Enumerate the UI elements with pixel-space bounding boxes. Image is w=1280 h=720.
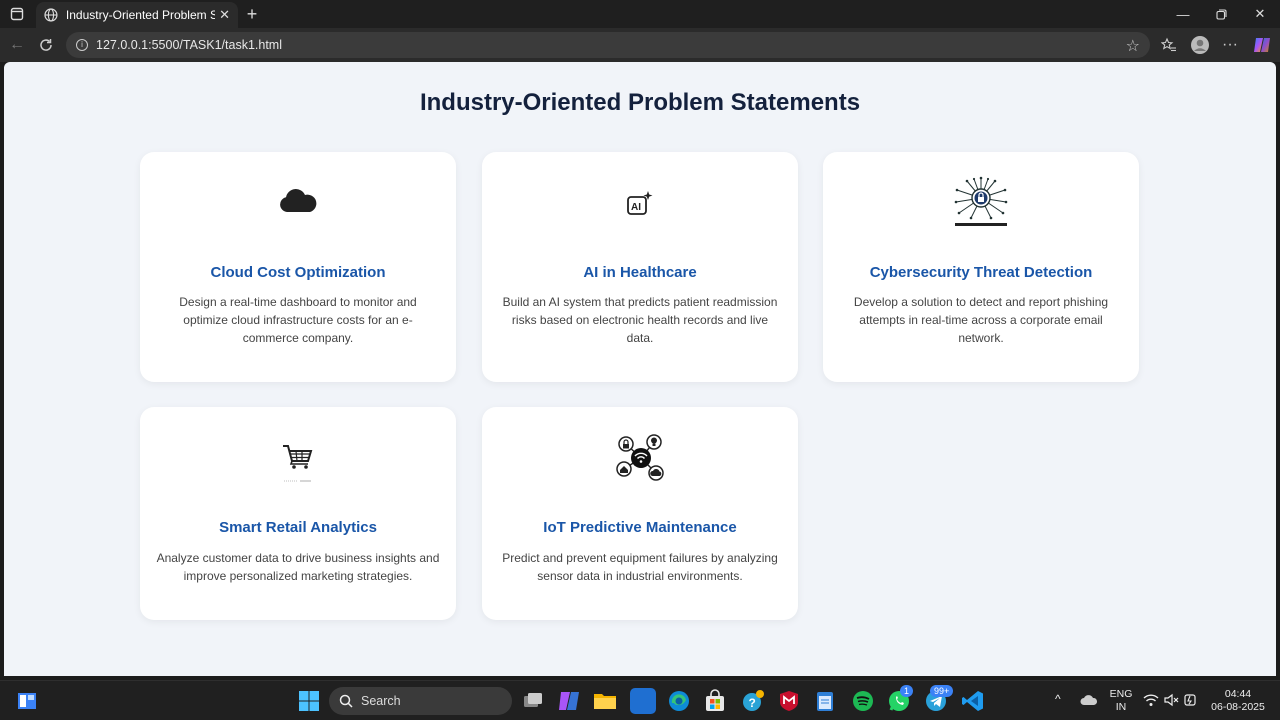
mcafee-icon[interactable] (776, 688, 802, 714)
mahjong-app-icon[interactable] (630, 688, 656, 714)
search-icon (339, 694, 353, 708)
language-line2: IN (1115, 701, 1127, 713)
get-help-icon[interactable]: ? (740, 688, 766, 714)
svg-text:?: ? (749, 696, 756, 710)
battery-icon[interactable] (1183, 693, 1199, 711)
url-text: 127.0.0.1:5500/TASK1/task1.html (96, 38, 282, 52)
taskbar-search-box[interactable]: Search (329, 687, 512, 715)
copilot-icon[interactable] (1251, 34, 1273, 56)
search-label: Search (361, 694, 401, 708)
language-line1: ENG (1109, 688, 1133, 700)
card-title: AI in Healthcare (583, 264, 697, 281)
more-menu-icon[interactable]: ··· (1219, 34, 1241, 56)
iot-network-icon (482, 431, 798, 485)
address-bar[interactable]: i 127.0.0.1:5500/TASK1/task1.html ☆ (66, 32, 1150, 58)
cloud-icon (140, 188, 456, 214)
minimize-icon[interactable]: — (1164, 0, 1202, 28)
spotify-icon[interactable] (850, 688, 876, 714)
site-info-icon[interactable]: i (76, 39, 88, 51)
browser-toolbar: ← i 127.0.0.1:5500/TASK1/task1.html ☆ ··… (0, 28, 1280, 62)
browser-tab-strip: Industry-Oriented Problem Staten ✕ + — ✕ (0, 0, 1280, 28)
back-icon[interactable]: ← (6, 34, 28, 56)
card-description: Predict and prevent equipment failures b… (502, 551, 778, 583)
volume-muted-icon[interactable] (1163, 693, 1179, 711)
notepad-icon[interactable] (812, 688, 838, 714)
tab-title: Industry-Oriented Problem Staten (65, 8, 216, 22)
microsoft-store-icon[interactable] (702, 688, 728, 714)
globe-icon (44, 8, 58, 22)
favorites-icon[interactable] (1158, 34, 1180, 56)
clock-date: 06-08-2025 (1211, 701, 1265, 713)
card-title: IoT Predictive Maintenance (543, 519, 737, 536)
file-explorer-icon[interactable] (592, 688, 618, 714)
new-tab-icon[interactable]: + (242, 4, 262, 24)
shopping-cart-icon (140, 443, 456, 483)
restore-icon[interactable] (1202, 0, 1240, 28)
card-description: Design a real-time dashboard to monitor … (179, 295, 417, 345)
problem-card-ai-healthcare: AI AI in Healthcare Build an AI system t… (482, 152, 798, 382)
whatsapp-badge: 1 (900, 685, 914, 697)
favorite-star-icon[interactable]: ☆ (1126, 36, 1140, 56)
telegram-badge: 99+ (930, 685, 954, 697)
start-windows-icon[interactable] (296, 688, 322, 714)
task-view-icon[interactable] (520, 688, 546, 714)
problem-card-retail: Smart Retail Analytics Analyze customer … (140, 407, 456, 620)
clock[interactable]: 04:44 06-08-2025 (1208, 688, 1268, 714)
browser-tab-active[interactable]: Industry-Oriented Problem Staten ✕ (36, 2, 238, 28)
circuit-lock-icon (823, 176, 1139, 228)
card-description: Develop a solution to detect and report … (853, 295, 1109, 345)
language-indicator[interactable]: ENG IN (1107, 688, 1135, 714)
card-title: Smart Retail Analytics (219, 519, 377, 536)
card-description: Analyze customer data to drive business … (156, 551, 440, 583)
onedrive-icon[interactable] (1080, 693, 1098, 711)
clock-time: 04:44 (1224, 688, 1252, 700)
svg-text:AI: AI (631, 202, 641, 213)
card-description: Build an AI system that predicts patient… (502, 295, 778, 345)
reload-icon[interactable] (35, 34, 57, 56)
card-title: Cybersecurity Threat Detection (869, 264, 1093, 281)
page-title: Industry-Oriented Problem Statements (419, 89, 861, 116)
problem-card-cybersecurity: Cybersecurity Threat Detection Develop a… (823, 152, 1139, 382)
close-window-icon[interactable]: ✕ (1241, 0, 1279, 28)
card-title: Cloud Cost Optimization (210, 264, 386, 281)
ai-sparkle-icon: AI (482, 190, 798, 218)
edge-browser-icon[interactable] (666, 688, 692, 714)
problem-card-iot: IoT Predictive Maintenance Predict and p… (482, 407, 798, 620)
page-viewport: Industry-Oriented Problem Statements Clo… (4, 62, 1276, 676)
tab-close-icon[interactable]: ✕ (219, 7, 230, 23)
profile-avatar-icon[interactable] (1189, 34, 1211, 56)
widgets-icon[interactable] (15, 689, 39, 713)
vscode-icon[interactable] (960, 688, 986, 714)
copilot-taskbar-icon[interactable] (556, 688, 582, 714)
wifi-icon[interactable] (1143, 693, 1159, 711)
taskbar: Search ? 1 99+ ^ ENG IN 04:44 06-08-2025 (0, 680, 1280, 720)
tab-actions-icon[interactable] (6, 4, 28, 24)
show-hidden-icons[interactable]: ^ (1055, 693, 1061, 706)
problem-card-cloud: Cloud Cost Optimization Design a real-ti… (140, 152, 456, 382)
